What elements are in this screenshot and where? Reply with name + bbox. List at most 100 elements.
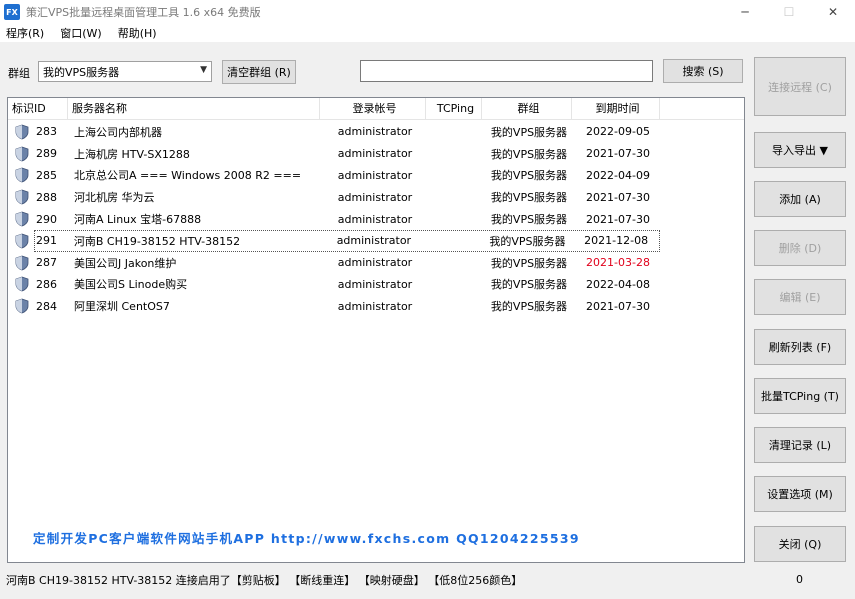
column-header-tcping[interactable]: TCPing xyxy=(426,98,482,120)
cell-id: 286 xyxy=(36,277,57,291)
cell-expire: 2022-09-05 xyxy=(586,125,650,139)
cell-name: 美国公司J Jakon维护 xyxy=(74,256,177,270)
table-row[interactable]: 284 阿里深圳 CentOS7 administrator 我的VPS服务器 2021… xyxy=(8,295,744,317)
shield-icon xyxy=(15,211,29,227)
cell-group: 我的VPS服务器 xyxy=(490,191,568,205)
cell-id: 288 xyxy=(36,190,57,204)
cell-account: administrator xyxy=(336,234,412,248)
cell-id: 290 xyxy=(36,212,57,226)
cell-name: 美国公司S Linode购买 xyxy=(74,278,188,292)
chevron-down-icon: ▼ xyxy=(200,65,207,75)
close-window-button[interactable]: ✕ xyxy=(811,0,855,24)
status-bar: 河南B CH19-38152 HTV-38152 连接启用了【剪贴板】 【断线重… xyxy=(0,570,855,590)
promo-banner: 定制开发PC客户端软件网站手机APP http://www.fxchs.com … xyxy=(33,531,580,546)
shield-icon xyxy=(15,233,29,249)
cell-expire: 2021-12-08 xyxy=(584,234,649,248)
table-row[interactable]: 285 北京总公司A === Windows 2008 R2 === adminis… xyxy=(8,165,744,187)
table-row[interactable]: 287 美国公司J Jakon维护 administrator 我的VPS服务器 202… xyxy=(8,252,744,274)
group-label: 群组 xyxy=(8,67,30,80)
cell-name: 河南A Linux 宝塔-67888 xyxy=(74,213,202,227)
cell-name: 河北机房 华为云 xyxy=(74,191,155,205)
shield-icon xyxy=(15,168,29,183)
menu-program[interactable]: 程序(R) xyxy=(6,25,44,41)
cell-expire: 2021-07-30 xyxy=(586,190,650,204)
title-bar: FX 策汇VPS批量远程桌面管理工具 1.6 x64 免费版 ─ ☐ ✕ xyxy=(0,0,855,24)
table-row[interactable]: 288 河北机房 华为云 administrator 我的VPS服务器 2021-07-… xyxy=(8,186,744,208)
connect-remote-button: 连接远程 (C) xyxy=(754,57,846,116)
search-button[interactable]: 搜索 (S) xyxy=(663,59,743,83)
cell-account: administrator xyxy=(337,256,413,270)
cell-expire: 2022-04-09 xyxy=(586,168,650,182)
cell-expire: 2021-03-28 xyxy=(586,256,650,270)
column-header-id[interactable]: 标识ID xyxy=(8,98,68,120)
cell-name: 阿里深圳 CentOS7 xyxy=(74,300,170,314)
cell-account: administrator xyxy=(337,147,413,161)
cell-id: 283 xyxy=(36,125,57,139)
status-text: 河南B CH19-38152 HTV-38152 连接启用了【剪贴板】 【断线重… xyxy=(6,574,523,587)
cell-account: administrator xyxy=(337,277,413,291)
window-controls: ─ ☐ ✕ xyxy=(723,0,855,24)
import-export-button[interactable]: 导入导出 ▼ xyxy=(754,132,846,168)
shield-icon xyxy=(15,298,29,314)
server-list[interactable]: 标识ID 服务器名称 登录帐号 TCPing 群组 到期时间 283 上海公司内部… xyxy=(7,97,745,563)
cell-account: administrator xyxy=(337,125,413,139)
column-header-name[interactable]: 服务器名称 xyxy=(68,98,320,120)
search-input[interactable] xyxy=(360,60,653,82)
group-select-value: 我的VPS服务器 xyxy=(43,65,120,79)
refresh-list-button[interactable]: 刷新列表 (F) xyxy=(754,329,846,365)
cell-account: administrator xyxy=(337,299,413,313)
cell-id: 285 xyxy=(36,168,57,182)
clear-group-button[interactable]: 清空群组 (R) xyxy=(222,60,296,84)
column-header-group[interactable]: 群组 xyxy=(482,98,572,120)
cell-expire: 2021-07-30 xyxy=(586,147,650,161)
column-header-expire[interactable]: 到期时间 xyxy=(572,98,660,120)
shield-icon xyxy=(15,146,29,162)
cell-id: 291 xyxy=(35,234,57,248)
cell-group: 我的VPS服务器 xyxy=(490,169,568,183)
cell-group: 我的VPS服务器 xyxy=(490,300,568,314)
cell-name: 上海机房 HTV-SX1288 xyxy=(74,147,190,161)
cell-group: 我的VPS服务器 xyxy=(490,278,568,292)
minimize-button[interactable]: ─ xyxy=(723,0,767,24)
shield-icon xyxy=(15,124,29,140)
settings-button[interactable]: 设置选项 (M) xyxy=(754,476,846,512)
cell-id: 284 xyxy=(36,299,57,313)
add-button[interactable]: 添加 (A) xyxy=(754,181,846,217)
menu-window[interactable]: 窗口(W) xyxy=(60,25,101,41)
table-row[interactable]: 283 上海公司内部机器 administrator 我的VPS服务器 2022-09-… xyxy=(8,121,744,143)
cell-group: 我的VPS服务器 xyxy=(490,147,568,161)
list-rows: 283 上海公司内部机器 administrator 我的VPS服务器 2022-09-… xyxy=(8,121,744,317)
shield-icon xyxy=(15,255,29,271)
window-title: 策汇VPS批量远程桌面管理工具 1.6 x64 免费版 xyxy=(26,6,261,19)
list-header: 标识ID 服务器名称 登录帐号 TCPing 群组 到期时间 xyxy=(8,98,744,120)
cell-account: administrator xyxy=(337,168,413,182)
cell-account: administrator xyxy=(337,190,413,204)
batch-tcping-button[interactable]: 批量TCPing (T) xyxy=(754,378,846,414)
menu-bar: 程序(R) 窗口(W) 帮助(H) xyxy=(0,24,855,42)
shield-icon xyxy=(15,277,29,292)
close-button[interactable]: 关闭 (Q) xyxy=(754,526,846,562)
cell-expire: 2021-07-30 xyxy=(586,299,650,313)
cell-id: 287 xyxy=(36,256,57,270)
cell-group: 我的VPS服务器 xyxy=(489,234,566,248)
cell-group: 我的VPS服务器 xyxy=(490,213,568,227)
menu-help[interactable]: 帮助(H) xyxy=(118,25,157,41)
group-select[interactable]: 我的VPS服务器 ▼ xyxy=(38,61,212,82)
cell-expire: 2021-07-30 xyxy=(586,212,650,226)
delete-button: 删除 (D) xyxy=(754,230,846,266)
table-row[interactable]: 289 上海机房 HTV-SX1288 administrator 我的VPS服务器 2… xyxy=(8,143,744,165)
maximize-button: ☐ xyxy=(783,5,795,19)
table-row[interactable]: 290 河南A Linux 宝塔-67888 administrator 我的VPS服… xyxy=(8,208,744,230)
cell-name: 河南B CH19-38152 HTV-38152 xyxy=(73,234,241,248)
cell-expire: 2022-04-08 xyxy=(586,277,650,291)
table-row[interactable]: 286 美国公司S Linode购买 administrator 我的VPS服务器 20… xyxy=(8,274,744,296)
app-icon: FX xyxy=(4,4,20,20)
cell-name: 北京总公司A === Windows 2008 R2 === xyxy=(74,169,302,183)
edit-button: 编辑 (E) xyxy=(754,279,846,315)
shield-icon xyxy=(15,189,29,205)
cell-name: 上海公司内部机器 xyxy=(74,125,162,139)
table-row[interactable]: 291 河南B CH19-38152 HTV-38152 administrator… xyxy=(15,229,660,252)
cell-group: 我的VPS服务器 xyxy=(490,256,568,270)
column-header-account[interactable]: 登录帐号 xyxy=(320,98,426,120)
clear-log-button[interactable]: 清理记录 (L) xyxy=(754,427,846,463)
